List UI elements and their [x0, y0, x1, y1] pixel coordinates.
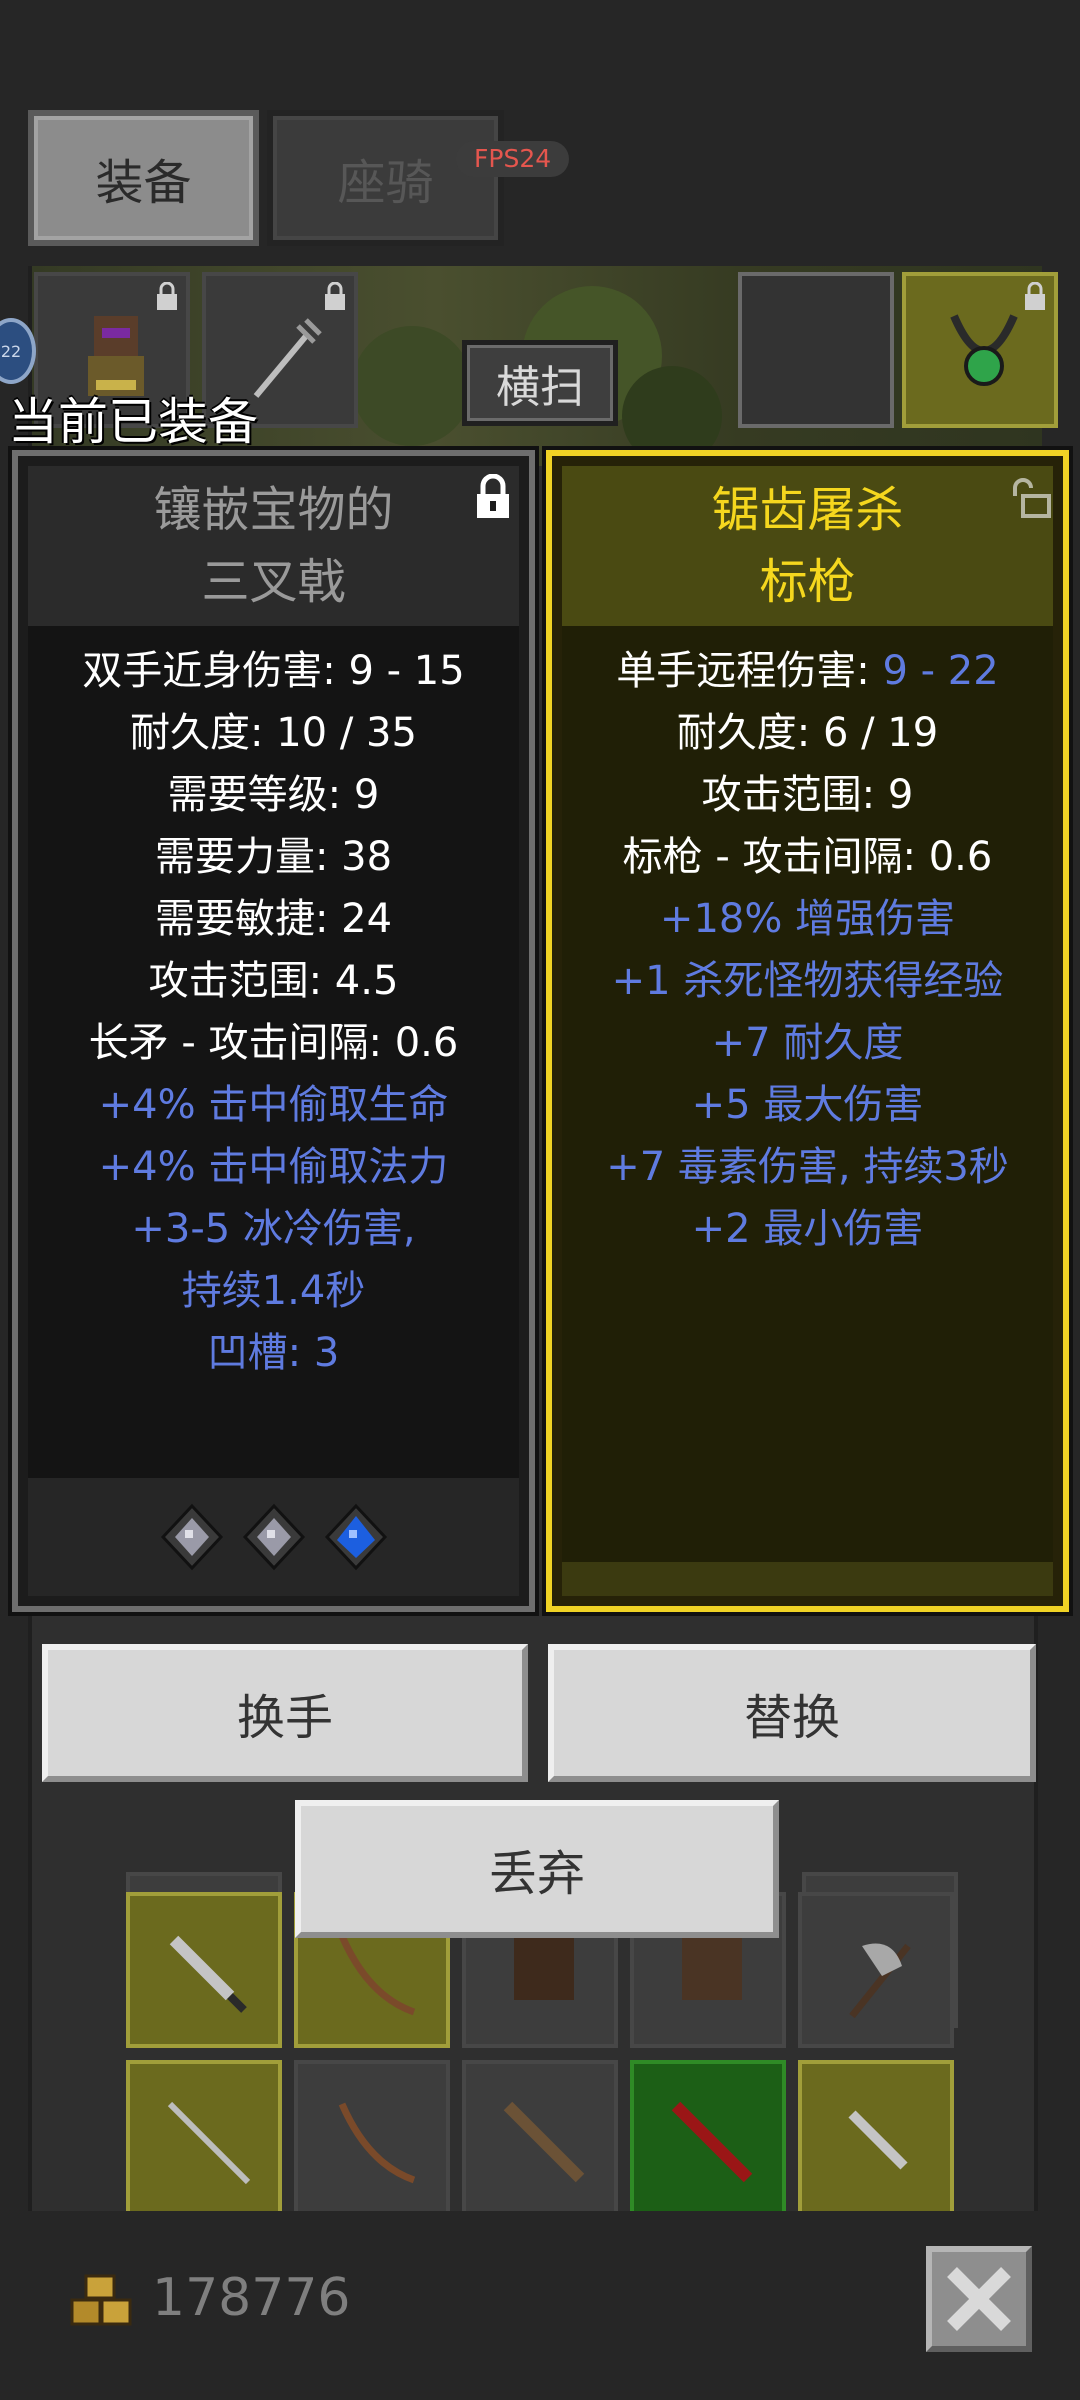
discard-button[interactable]: 丢弃 [295, 1800, 779, 1938]
close-icon [947, 2267, 1011, 2331]
current-item-name: 镶嵌宝物的 三叉戟 [28, 466, 519, 626]
bonus-line: +3-5 冰冷伤害, [131, 1206, 416, 1252]
inventory-slot[interactable] [798, 2060, 954, 2216]
amulet-icon [950, 314, 1018, 386]
bonus-line: +4% 击中偷取法力 [98, 1144, 449, 1190]
tab-mount-label: 座骑 [337, 155, 434, 211]
stat-line: 攻击范围: 9 [701, 772, 914, 818]
gold-amount: 178776 [152, 2268, 351, 2328]
stat-line: 耐久度: 6 / 19 [676, 710, 939, 756]
inventory-screen: 装备 座骑 FPS24 横扫 22 当前已装备 镶嵌宝物的 三叉戟 双手近身伤害… [0, 0, 1080, 2400]
damage-label: 单手远程伤害: [616, 648, 883, 694]
tab-equipment[interactable]: 装备 [28, 110, 259, 246]
unlock-icon[interactable] [1009, 474, 1053, 520]
bow-icon [338, 2102, 416, 2184]
stat-line: 需要等级: 9 [167, 772, 380, 818]
spear-head-icon [169, 1935, 247, 2013]
stat-line: 需要力量: 38 [154, 834, 393, 880]
stat-line: 标枪 - 攻击间隔: 0.6 [622, 834, 993, 880]
lock-icon [325, 282, 345, 310]
dagger-icon [848, 2110, 908, 2170]
inventory-slot[interactable] [126, 1892, 282, 2048]
swap-hands-label: 换手 [236, 1690, 333, 1746]
current-item-stats: 双手近身伤害: 9 - 15 耐久度: 10 / 35 需要等级: 9 需要力量… [28, 626, 519, 1384]
bonus-line: 持续1.4秒 [181, 1268, 366, 1314]
card-footer [562, 1562, 1053, 1596]
replace-label: 替换 [743, 1690, 840, 1746]
armor-icon [514, 1930, 574, 2000]
lock-icon[interactable] [471, 474, 515, 520]
axe-icon [849, 1943, 911, 2019]
stat-line: 耐久度: 10 / 35 [130, 710, 417, 756]
currently-equipped-label: 当前已装备 [8, 393, 258, 451]
discard-label: 丢弃 [488, 1846, 585, 1902]
damage-line: 单手远程伤害: 9 - 22 [562, 640, 1053, 702]
inventory-slot[interactable] [630, 2060, 786, 2216]
item-name-line: 锯齿屠杀 [711, 482, 904, 538]
bonus-line: 凹槽: 3 [207, 1330, 340, 1376]
blue-gem-icon [324, 1503, 387, 1571]
stat-line: 双手近身伤害: 9 - 15 [82, 648, 465, 694]
gem-sockets [28, 1478, 519, 1596]
stat-line: 需要敏捷: 24 [154, 896, 393, 942]
inventory-slot[interactable] [126, 2060, 282, 2216]
bow-icon [338, 1934, 416, 2016]
item-name-line: 标枪 [759, 554, 856, 610]
current-item-card: 镶嵌宝物的 三叉戟 双手近身伤害: 9 - 15 耐久度: 10 / 35 需要… [12, 450, 535, 1612]
gray-gem-icon [242, 1503, 305, 1571]
inventory-slot[interactable] [798, 1892, 954, 2048]
swap-hands-button[interactable]: 换手 [42, 1644, 528, 1782]
armor-icon [682, 1930, 742, 2000]
empty-slot[interactable] [738, 272, 894, 428]
lock-icon [1025, 282, 1045, 310]
gray-gem-icon [160, 1503, 223, 1571]
replace-button[interactable]: 替换 [548, 1644, 1036, 1782]
inventory-slot[interactable] [462, 2060, 618, 2216]
spear-icon [167, 2101, 251, 2185]
bonus-line: +7 耐久度 [711, 1020, 904, 1066]
skill-sweep-button[interactable]: 横扫 [462, 340, 618, 426]
new-item-card: 锯齿屠杀 标枪 单手远程伤害: 9 - 22 耐久度: 6 / 19 攻击范围:… [546, 450, 1069, 1612]
bonus-line: +1 杀死怪物获得经验 [611, 958, 1004, 1004]
bonus-line: +5 最大伤害 [691, 1082, 924, 1128]
club-icon [503, 2101, 585, 2183]
inventory-slot[interactable] [294, 2060, 450, 2216]
fps-counter: FPS24 [456, 141, 570, 177]
new-item-stats: 单手远程伤害: 9 - 22 耐久度: 6 / 19 攻击范围: 9 标枪 - … [562, 626, 1053, 1260]
bonus-line: +2 最小伤害 [691, 1206, 924, 1252]
close-button[interactable] [926, 2246, 1032, 2352]
red-sword-icon [671, 2101, 753, 2183]
bonus-line: +4% 击中偷取生命 [98, 1082, 449, 1128]
bonus-line: +18% 增强伤害 [659, 896, 956, 942]
tab-equipment-label: 装备 [95, 155, 192, 211]
amulet-slot[interactable] [902, 272, 1058, 428]
new-item-name: 锯齿屠杀 标枪 [562, 466, 1053, 626]
damage-value: 9 - 22 [882, 648, 999, 694]
stat-line: 长矛 - 攻击间隔: 0.6 [88, 1020, 459, 1066]
stat-line: 攻击范围: 4.5 [148, 958, 399, 1004]
gold-coins-icon [70, 2274, 132, 2326]
bonus-line: +7 毒素伤害, 持续3秒 [606, 1144, 1009, 1190]
item-name-line: 三叉戟 [201, 554, 346, 610]
tab-mount[interactable]: 座骑 [267, 110, 504, 246]
lock-icon [157, 282, 177, 310]
item-name-line: 镶嵌宝物的 [153, 482, 394, 538]
